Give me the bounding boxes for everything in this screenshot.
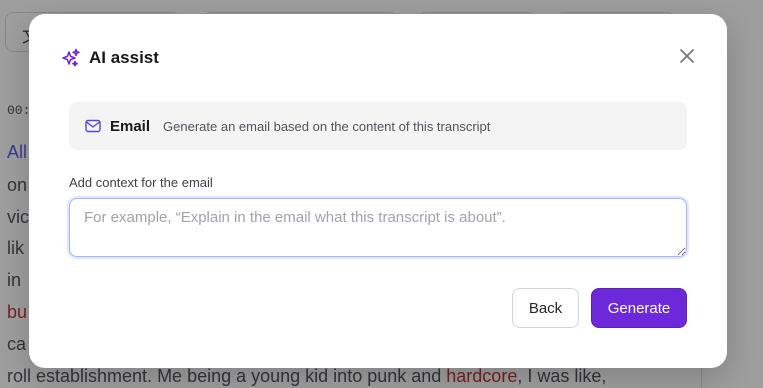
back-button[interactable]: Back <box>512 288 579 328</box>
close-button[interactable] <box>677 46 697 66</box>
generate-button[interactable]: Generate <box>591 288 687 328</box>
dialog-title: AI assist <box>89 48 159 67</box>
email-option-card[interactable]: Email Generate an email based on the con… <box>69 102 687 150</box>
close-icon <box>680 49 694 63</box>
context-field-label: Add context for the email <box>69 175 213 190</box>
option-title: Email <box>110 117 151 135</box>
option-description: Generate an email based on the content o… <box>163 118 491 134</box>
ai-assist-dialog: AI assist Email Generate an email based … <box>29 14 727 368</box>
dialog-header: AI assist <box>61 48 159 68</box>
context-input[interactable] <box>69 198 687 257</box>
mail-icon <box>85 119 101 133</box>
sparkle-icon <box>62 48 80 67</box>
